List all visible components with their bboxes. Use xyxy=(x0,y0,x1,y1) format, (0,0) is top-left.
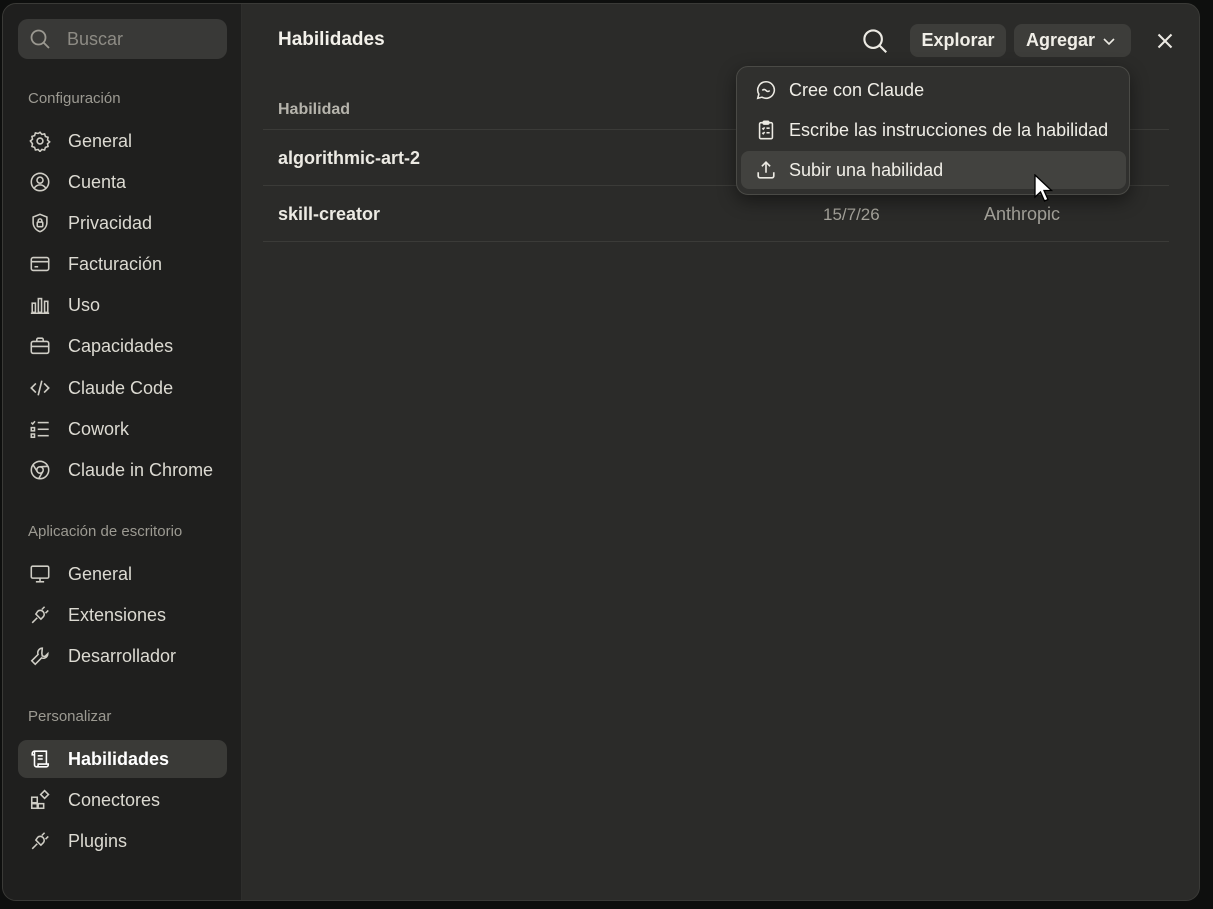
sidebar-item-label: Claude in Chrome xyxy=(68,459,214,480)
sidebar-item-label: Claude Code xyxy=(68,377,174,398)
sidebar-item-habilidades[interactable]: Habilidades xyxy=(18,740,227,778)
table-row-date: 15/7/26 xyxy=(823,205,880,224)
sidebar-item-facturacion[interactable]: Facturación xyxy=(18,245,227,283)
sidebar-item-label: Cuenta xyxy=(68,171,127,192)
sidebar-item-desktop-general[interactable]: General xyxy=(18,555,227,593)
credit-card-icon xyxy=(29,253,51,275)
settings-window: Buscar Configuración General Cuenta Priv… xyxy=(2,3,1200,901)
search-placeholder: Buscar xyxy=(67,28,124,49)
plug-icon xyxy=(29,830,51,852)
menu-item-write-instructions[interactable]: Escribe las instrucciones de la habilida… xyxy=(741,111,1126,149)
add-dropdown-menu: Cree con Claude Escribe las instruccione… xyxy=(736,66,1130,195)
sidebar-item-label: Cowork xyxy=(68,418,130,439)
sidebar: Buscar Configuración General Cuenta Priv… xyxy=(3,4,242,900)
sidebar-item-label: Privacidad xyxy=(68,212,153,233)
menu-item-upload-skill[interactable]: Subir una habilidad xyxy=(741,151,1126,189)
sidebar-search-input[interactable]: Buscar xyxy=(18,19,227,59)
sidebar-item-plugins[interactable]: Plugins xyxy=(18,822,227,860)
page-title: Habilidades xyxy=(278,29,385,50)
bar-chart-icon xyxy=(29,294,51,316)
monitor-icon xyxy=(29,563,51,585)
menu-item-create-with-claude[interactable]: Cree con Claude xyxy=(741,71,1126,109)
sidebar-item-cuenta[interactable]: Cuenta xyxy=(18,163,227,201)
sidebar-item-claude-in-chrome[interactable]: Claude in Chrome xyxy=(18,451,227,489)
sidebar-item-desarrollador[interactable]: Desarrollador xyxy=(18,637,227,675)
table-row-name[interactable]: algorithmic-art-2 xyxy=(278,148,420,169)
search-icon xyxy=(28,27,52,51)
user-circle-icon xyxy=(29,171,51,193)
search-button[interactable] xyxy=(860,26,890,56)
wrench-icon xyxy=(29,645,51,667)
explore-button[interactable]: Explorar xyxy=(910,24,1006,57)
menu-item-label: Cree con Claude xyxy=(789,79,925,100)
globe-icon xyxy=(29,459,51,481)
mouse-cursor-icon xyxy=(1034,174,1054,204)
code-icon xyxy=(29,377,51,399)
sidebar-item-uso[interactable]: Uso xyxy=(18,286,227,324)
section-label-configuracion: Configuración xyxy=(28,90,121,107)
table-row-author: Anthropic xyxy=(984,204,1061,224)
sidebar-item-capacidades[interactable]: Capacidades xyxy=(18,327,227,365)
explore-label: Explorar xyxy=(921,30,995,50)
chat-bubble-icon xyxy=(755,79,777,101)
sidebar-item-conectores[interactable]: Conectores xyxy=(18,781,227,819)
gear-icon xyxy=(29,130,51,152)
column-header-skill: Habilidad xyxy=(278,101,351,118)
add-button[interactable]: Agregar xyxy=(1014,24,1131,57)
section-label-personalizar: Personalizar xyxy=(28,708,112,725)
menu-item-label: Subir una habilidad xyxy=(789,159,944,180)
sidebar-item-label: Extensiones xyxy=(68,604,167,625)
clipboard-icon xyxy=(755,119,777,141)
sidebar-item-label: Desarrollador xyxy=(68,645,177,666)
add-label: Agregar xyxy=(1026,30,1096,50)
sidebar-item-cowork[interactable]: Cowork xyxy=(18,410,227,448)
table-row-name[interactable]: skill-creator xyxy=(278,204,380,225)
sidebar-item-extensiones[interactable]: Extensiones xyxy=(18,596,227,634)
sidebar-item-label: General xyxy=(68,130,133,151)
sidebar-item-label: Facturación xyxy=(68,253,163,274)
sidebar-item-label: Capacidades xyxy=(68,335,174,356)
sidebar-item-label: Plugins xyxy=(68,830,128,851)
sidebar-item-label: Conectores xyxy=(68,789,161,810)
checklist-icon xyxy=(29,418,51,440)
sidebar-item-label: Habilidades xyxy=(68,748,170,769)
connectors-icon xyxy=(29,789,51,811)
close-button[interactable] xyxy=(1153,29,1177,53)
upload-icon xyxy=(755,159,777,181)
divider xyxy=(263,241,1169,242)
sidebar-item-label: General xyxy=(68,563,133,584)
sidebar-item-claude-code[interactable]: Claude Code xyxy=(18,369,227,407)
chevron-down-icon xyxy=(1101,33,1117,49)
sidebar-item-privacidad[interactable]: Privacidad xyxy=(18,204,227,242)
sidebar-item-general[interactable]: General xyxy=(18,122,227,160)
sidebar-item-label: Uso xyxy=(68,294,101,315)
briefcase-icon xyxy=(29,335,51,357)
shield-lock-icon xyxy=(29,212,51,234)
plug-icon xyxy=(29,604,51,626)
scroll-icon xyxy=(29,748,51,770)
menu-item-label: Escribe las instrucciones de la habilida… xyxy=(789,119,1109,140)
section-label-escritorio: Aplicación de escritorio xyxy=(28,523,183,540)
